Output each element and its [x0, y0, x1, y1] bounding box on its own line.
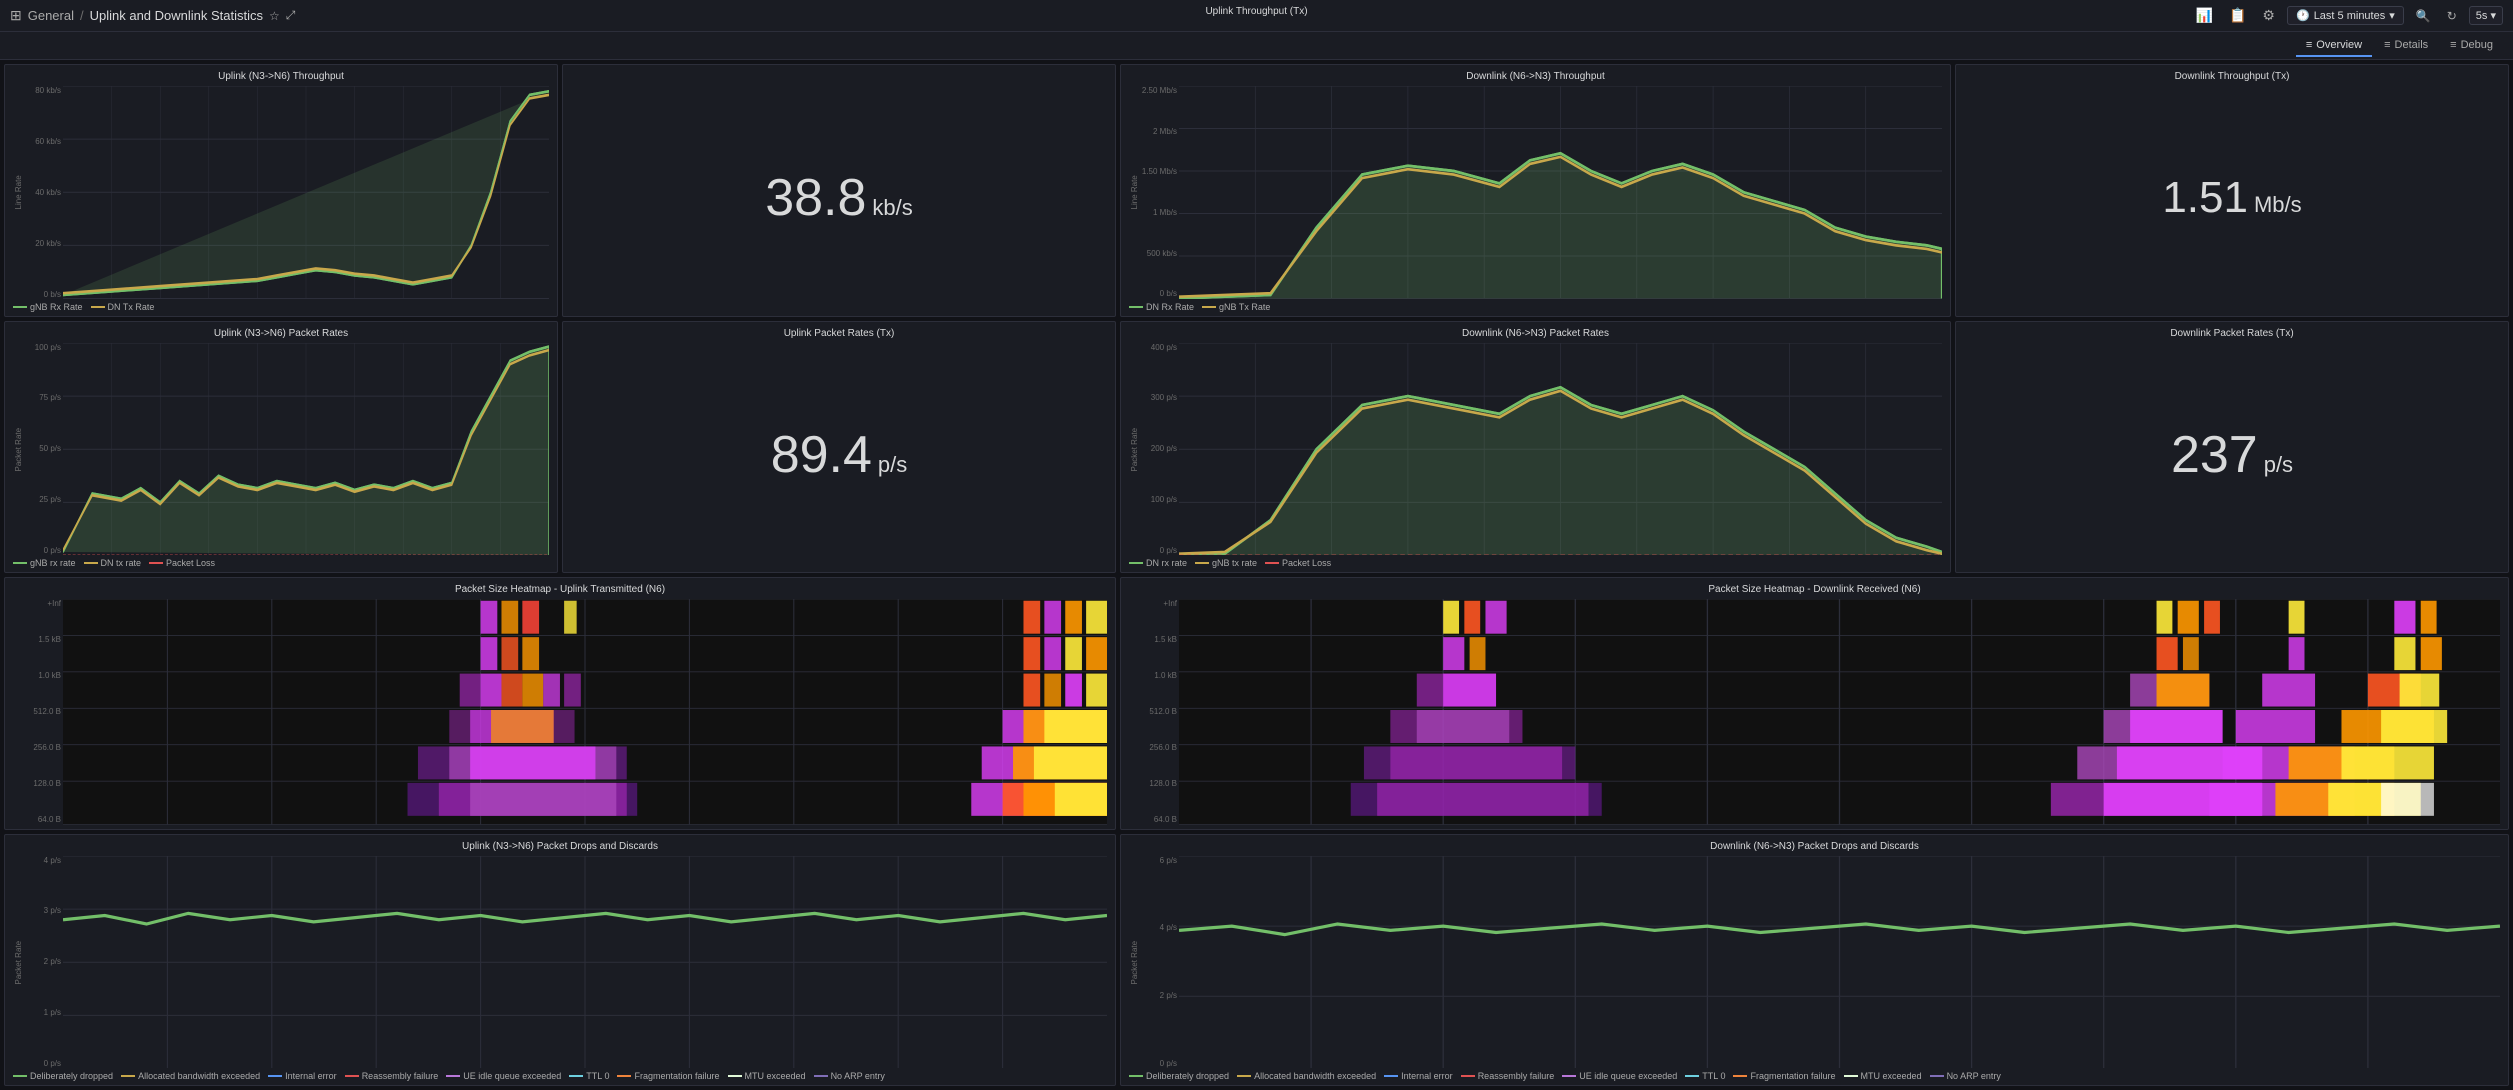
y-axis: 400 p/s300 p/s200 p/s100 p/s0 p/s: [1139, 343, 1179, 556]
stat-display: 237 p/s: [2171, 429, 2293, 481]
stat-value: 237: [2171, 429, 2258, 481]
stat-unit: p/s: [2264, 452, 2293, 478]
y-axis: +Inf1.5 kB1.0 kB512.0 B256.0 B128.0 B64.…: [1129, 599, 1179, 825]
y-axis: 2.50 Mb/s2 Mb/s1.50 Mb/s1 Mb/s500 kb/s0 …: [1139, 86, 1179, 299]
legend: gNB Rx Rate DN Tx Rate: [13, 302, 549, 312]
panel-title: Packet Size Heatmap - Downlink Received …: [1129, 584, 2500, 595]
panel-title: Downlink (N6->N3) Packet Drops and Disca…: [1129, 841, 2500, 852]
tab-label: Debug: [2461, 39, 2493, 51]
stat-unit: p/s: [878, 452, 907, 478]
panel-heatmap-uplink: Packet Size Heatmap - Uplink Transmitted…: [4, 577, 1116, 830]
stat-display: 1.51 Mb/s: [2162, 176, 2301, 220]
legend: Deliberately dropped Allocated bandwidth…: [1129, 1071, 2500, 1081]
heatmap-area: 09:47:0009:47:3009:48:0009:48:3009:49:00…: [63, 599, 1107, 825]
y-axis-label: Packet Rate: [13, 343, 23, 556]
chart-area: 09:47:0009:47:3009:48:0009:48:3009:49:00…: [1179, 86, 1942, 299]
panel-downlink-packet-rates: Downlink (N6->N3) Packet Rates Packet Ra…: [1120, 321, 1951, 574]
tab-icon: ≡: [2450, 39, 2456, 51]
main-grid: Uplink (N3->N6) Throughput Line Rate 80 …: [0, 60, 2513, 1090]
tab-icon: ≡: [2306, 39, 2312, 51]
y-axis: 80 kb/s60 kb/s40 kb/s20 kb/s0 b/s: [23, 86, 63, 299]
legend: DN Rx Rate gNB Tx Rate: [1129, 302, 1942, 312]
y-axis: 4 p/s3 p/s2 p/s1 p/s0 p/s: [23, 856, 63, 1069]
stat-value: 1.51: [2162, 176, 2248, 220]
tab-label: Details: [2395, 39, 2429, 51]
panel-title: Uplink Packet Rates (Tx): [563, 328, 1115, 339]
tab-details[interactable]: ≡ Details: [2374, 35, 2438, 57]
y-axis: 6 p/s4 p/s2 p/s0 p/s: [1139, 856, 1179, 1069]
y-axis-label: Packet Rate: [1129, 343, 1139, 556]
panel-title: Uplink (N3->N6) Packet Rates: [13, 328, 549, 339]
y-axis: 100 p/s75 p/s50 p/s25 p/s0 p/s: [23, 343, 63, 556]
stat-unit: Mb/s: [2254, 192, 2302, 218]
y-axis-label: Packet Rate: [1129, 856, 1139, 1069]
legend-deliberately-dropped: Deliberately dropped: [30, 1071, 113, 1081]
tab-label: Overview: [2316, 39, 2362, 51]
tab-icon: ≡: [2384, 39, 2390, 51]
chart-area: 09:47:0009:47:3009:48:0009:48:3009:49:00…: [63, 343, 549, 556]
panel-title: Downlink (N6->N3) Packet Rates: [1129, 328, 1942, 339]
y-axis-label: Line Rate: [13, 86, 23, 299]
y-axis: +Inf1.5 kB1.0 kB512.0 B256.0 B128.0 B64.…: [13, 599, 63, 825]
chart-area: 09:47:0009:47:3009:48:0009:48:3009:49:00…: [63, 86, 549, 299]
chart-area: 09:47:0009:47:3009:48:0009:48:3009:49:00…: [1179, 856, 2500, 1069]
chart-area: 09:47:0009:47:3009:48:0009:48:3009:49:00…: [63, 856, 1107, 1069]
panel-uplink-throughput-tx: Uplink Throughput (Tx) 38.8 kb/s: [562, 64, 1116, 317]
panel-title: Downlink Throughput (Tx): [1956, 71, 2508, 82]
panel-uplink-packet-rates: Uplink (N3->N6) Packet Rates Packet Rate…: [4, 321, 558, 574]
legend: gNB rx rate DN tx rate Packet Loss: [13, 558, 549, 568]
stat-display: 89.4 p/s: [771, 429, 908, 481]
y-axis-label: Packet Rate: [13, 856, 23, 1069]
panel-uplink-drops: Uplink (N3->N6) Packet Drops and Discard…: [4, 834, 1116, 1087]
legend: DN rx rate gNB tx rate Packet Loss: [1129, 558, 1942, 568]
panel-heatmap-downlink: Packet Size Heatmap - Downlink Received …: [1120, 577, 2509, 830]
panel-title: Packet Size Heatmap - Uplink Transmitted…: [13, 584, 1107, 595]
panel-uplink-throughput: Uplink (N3->N6) Throughput Line Rate 80 …: [4, 64, 558, 317]
panel-title: Uplink (N3->N6) Packet Drops and Discard…: [13, 841, 1107, 852]
stat-unit: kb/s: [872, 195, 912, 221]
panel-downlink-packet-rates-tx: Downlink Packet Rates (Tx) 237 p/s: [1955, 321, 2509, 574]
panel-title: Downlink Packet Rates (Tx): [1956, 328, 2508, 339]
panel-downlink-throughput-tx: Downlink Throughput (Tx) 1.51 Mb/s: [1955, 64, 2509, 317]
y-axis-label: Line Rate: [1129, 86, 1139, 299]
panel-title: Downlink (N6->N3) Throughput: [1129, 71, 1942, 82]
panel-downlink-throughput: Downlink (N6->N3) Throughput Line Rate 2…: [1120, 64, 1951, 317]
tab-debug[interactable]: ≡ Debug: [2440, 35, 2503, 57]
stat-value: 89.4: [771, 429, 872, 481]
panel-uplink-packet-rates-tx: Uplink Packet Rates (Tx) 89.4 p/s: [562, 321, 1116, 574]
tab-overview[interactable]: ≡ Overview: [2296, 35, 2372, 57]
panel-downlink-drops: Downlink (N6->N3) Packet Drops and Disca…: [1120, 834, 2509, 1087]
panel-title: Uplink (N3->N6) Throughput: [13, 71, 549, 82]
tabbar: ≡ Overview ≡ Details ≡ Debug: [0, 32, 2513, 60]
heatmap-area: 09:47:0009:47:3009:48:0009:48:3009:49:00…: [1179, 599, 2500, 825]
stat-value: 38.8: [765, 172, 866, 224]
stat-display: 38.8 kb/s: [765, 172, 913, 224]
chart-area: 09:47:0009:47:3009:48:0009:48:3009:49:00…: [1179, 343, 1942, 556]
legend: Deliberately dropped Allocated bandwidth…: [13, 1071, 1107, 1081]
